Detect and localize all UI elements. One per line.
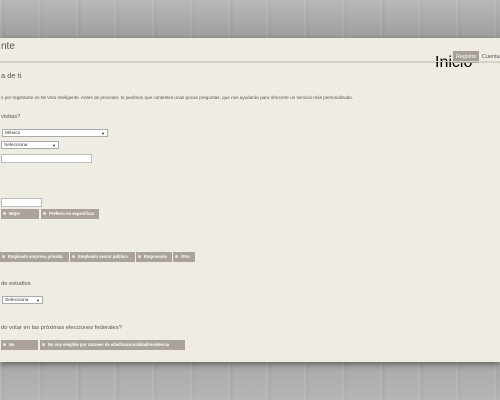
intro-text: s por registrarte en Mi Voto Inteligente… (1, 95, 354, 100)
chevron-down-icon: ▼ (101, 131, 105, 136)
radio-icon (138, 255, 141, 258)
occupation-option-empresario[interactable]: Empresario (136, 252, 172, 262)
radio-icon (43, 212, 46, 215)
question-visits: visitas? (1, 114, 21, 120)
studies-select[interactable]: Selecciona ▼ (2, 296, 43, 304)
year-input[interactable] (1, 198, 42, 207)
radio-icon (72, 255, 75, 258)
nav-cuenta-link[interactable]: Cuenta (482, 54, 500, 60)
country-select[interactable]: México ▼ (2, 129, 108, 137)
vote-option-no-elegible[interactable]: No soy elegible por razones de edad/naci… (40, 340, 185, 350)
occupation-option-publico[interactable]: Empleado sector público (70, 252, 135, 262)
question-studies: de estudios (1, 281, 31, 287)
gender-option-prefiero[interactable]: Prefiero no especificar (41, 209, 99, 219)
occupation-option-privada[interactable]: Empleado empresa privada (0, 252, 69, 262)
radio-icon (175, 255, 178, 258)
radio-icon (3, 212, 6, 215)
radio-icon (2, 255, 5, 258)
text-input[interactable] (1, 154, 92, 163)
occupation-option-otro[interactable]: Otro (173, 252, 195, 262)
vote-option-no[interactable]: No (1, 340, 38, 350)
header-divider (0, 61, 500, 62)
site-title: nte (1, 41, 15, 52)
country-select-value: México (5, 131, 21, 136)
question-vote: do votar en las próximas elecciones fede… (1, 325, 122, 331)
chevron-down-icon: ▼ (52, 143, 56, 148)
radio-icon (3, 343, 6, 346)
chevron-down-icon: ▼ (36, 298, 40, 303)
state-select[interactable]: Selecciona ▼ (1, 141, 59, 149)
gender-option-mujer[interactable]: Mujer (1, 209, 39, 219)
state-select-value: Selecciona (4, 143, 28, 148)
main-panel: nte (0, 38, 500, 362)
studies-select-value: Selecciona (5, 298, 29, 303)
section-title: a de ti (1, 71, 22, 80)
radio-icon (42, 343, 45, 346)
site-header: nte (0, 38, 500, 63)
